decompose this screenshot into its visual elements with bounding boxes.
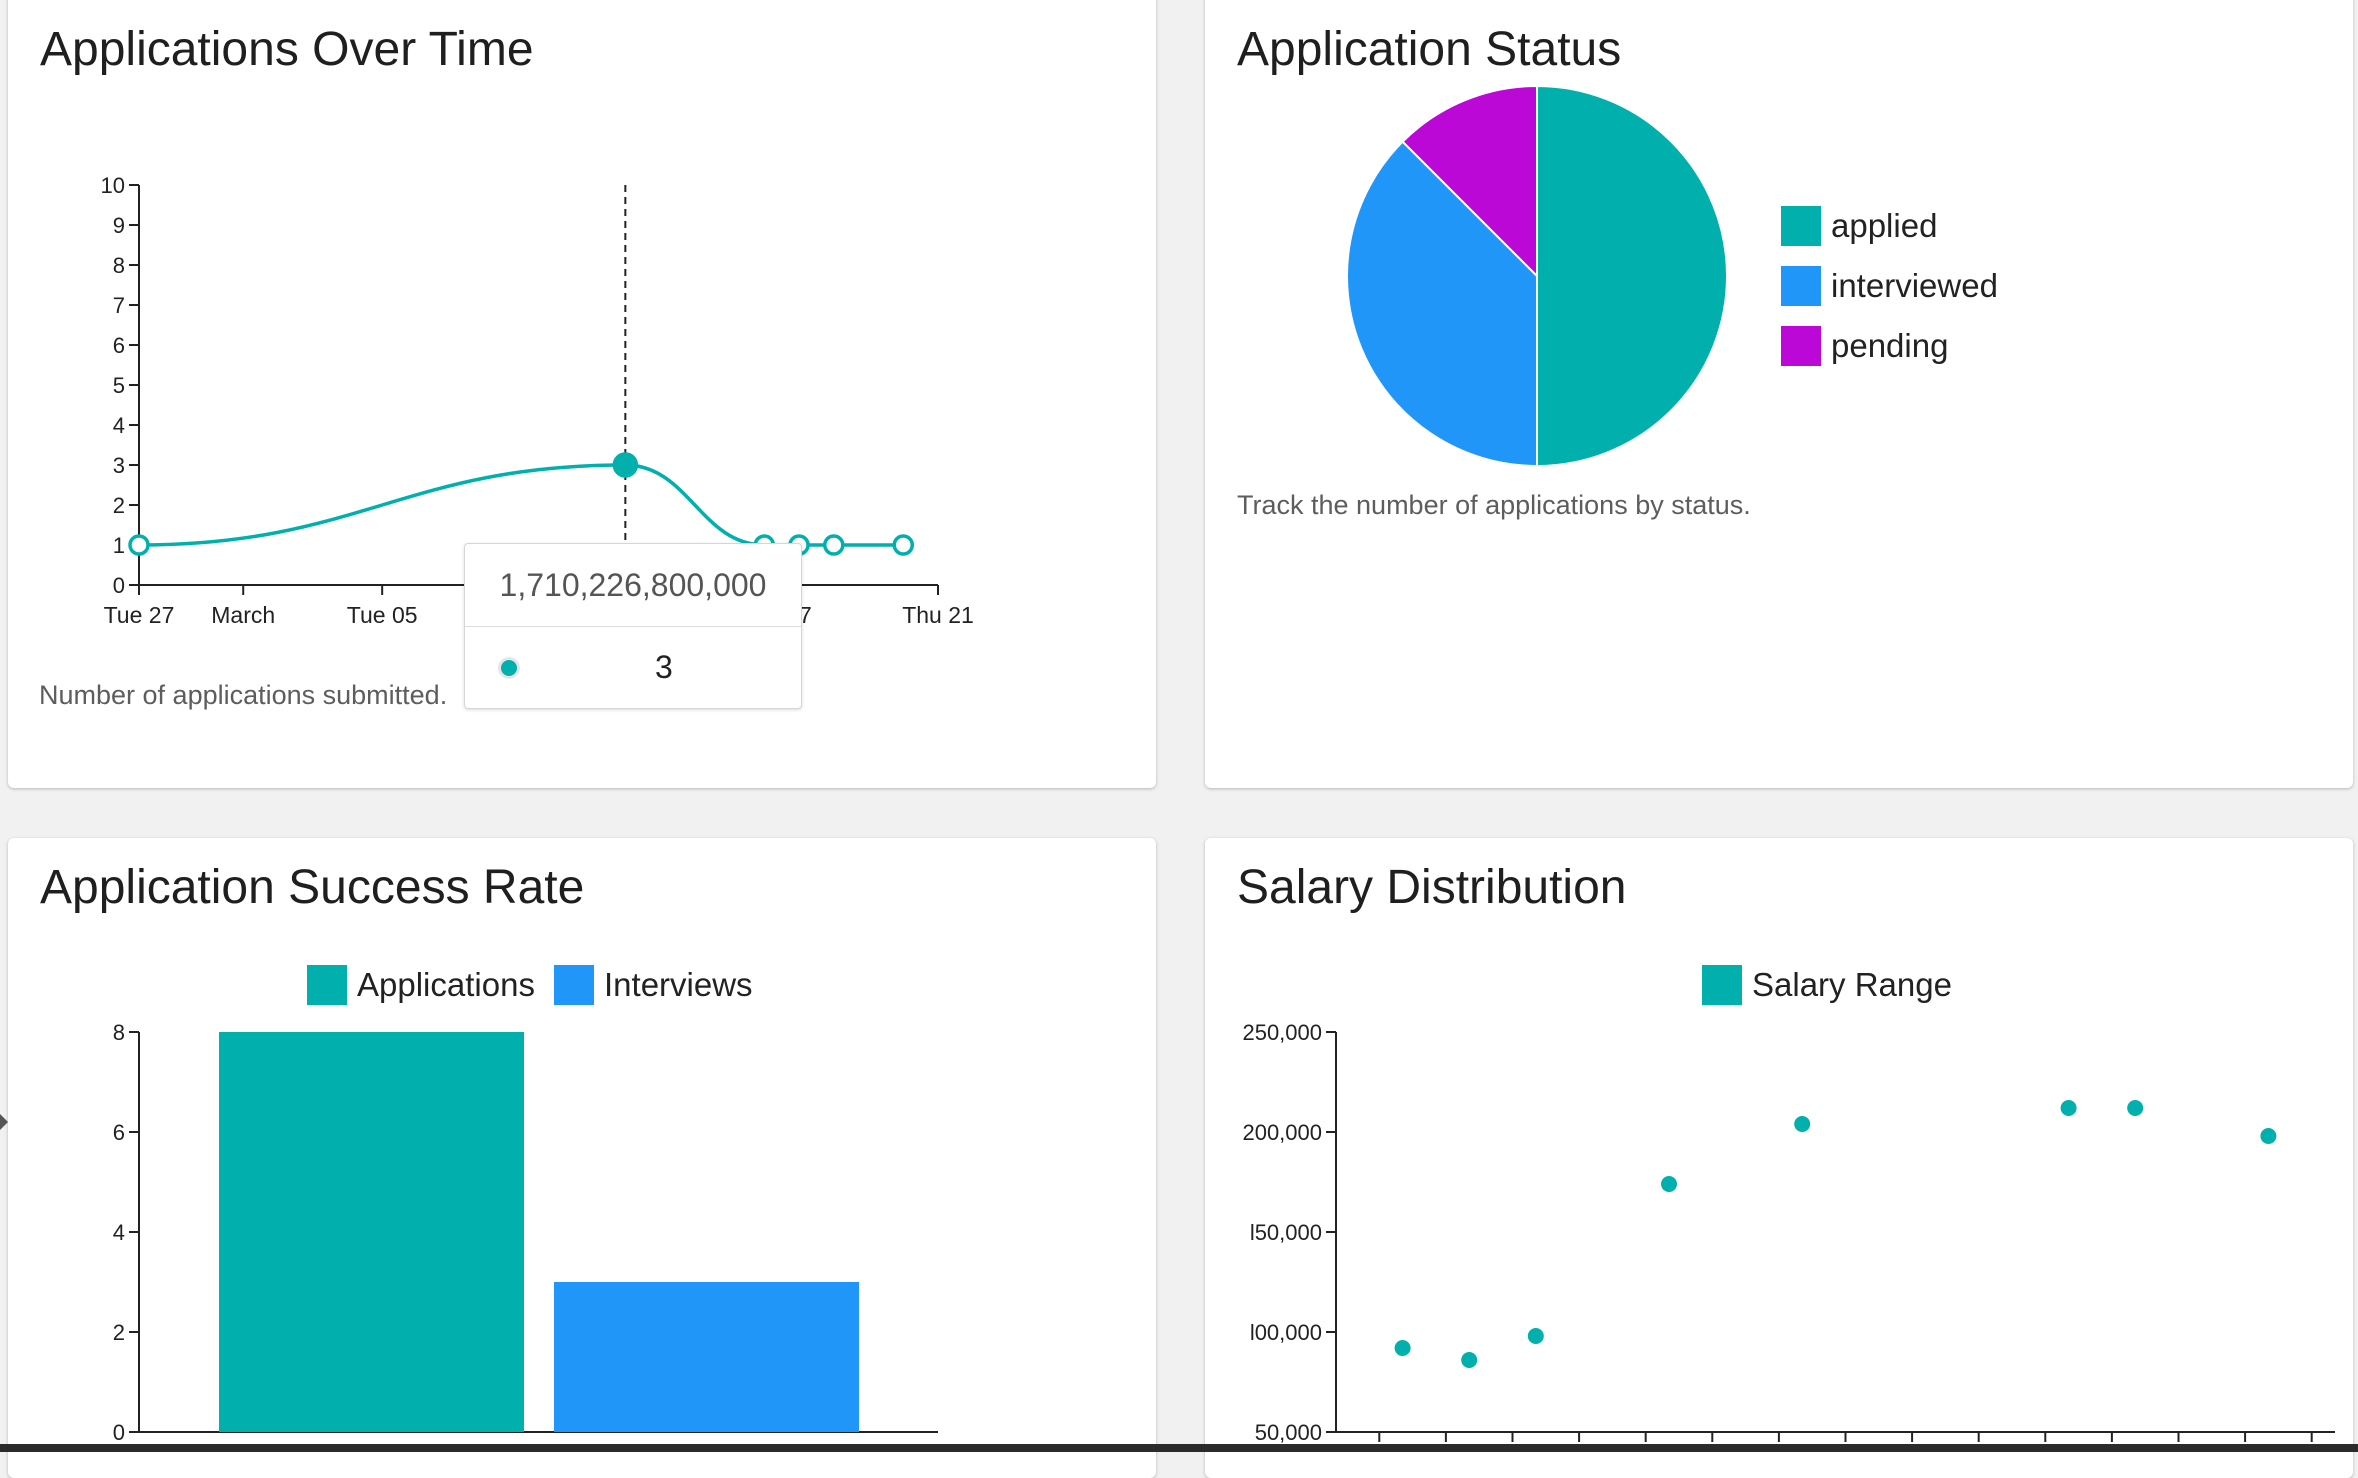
y-tick-label: 8 [113,253,125,278]
bar-interviews [554,1282,859,1432]
y-tick-label: l50,000 [1250,1220,1322,1245]
data-point [612,452,639,478]
x-tick-label: Tue 05 [347,602,418,628]
pie-slice-applied [1536,84,1728,468]
scatter-point [1661,1176,1677,1192]
scatter-point [1794,1116,1811,1132]
data-point [823,534,845,556]
y-tick-label: 200,000 [1242,1120,1322,1145]
scatter-chart: 50,000 l00,000 l50,000 200,000 250,000 [1242,1020,2335,1445]
pie-chart [1346,84,1728,468]
side-handle-icon[interactable] [0,1114,8,1130]
y-tick-label: 10 [101,173,125,198]
scatter-point [1461,1352,1478,1368]
y-tick-label: 4 [113,1220,125,1245]
legend-swatch [1781,326,1821,366]
legend-item-applied[interactable]: applied [1781,206,1937,246]
scatter-point [2127,1100,2144,1116]
tooltip-label: 1,710,226,800,000 [465,544,801,627]
legend-swatch [1781,266,1821,306]
y-tick-label: 5 [113,373,125,398]
y-tick-label: 250,000 [1242,1020,1322,1045]
card-applications-over-time: Applications Over Time 0 1 2 3 4 5 6 7 8 9 10 Tue 2… [8,0,1156,788]
x-tick-label: Tue 27 [104,602,175,628]
chart-tooltip: 1,710,226,800,000 3 [464,543,802,709]
y-tick-label: 50,000 [1255,1420,1322,1445]
y-tick-label: l00,000 [1250,1320,1322,1345]
scatter-point [2060,1100,2077,1116]
scatter-point [2260,1128,2277,1144]
chart-caption: Number of applications submitted. [39,680,448,710]
scatter-point [1394,1340,1411,1356]
y-tick-label: 3 [113,453,125,478]
bar-chart: 0 2 4 6 8 [113,1020,938,1445]
bar-applications [219,1032,524,1432]
legend-label: pending [1831,327,1949,364]
y-tick-label: 0 [113,1420,125,1445]
y-tick-label: 4 [113,413,125,438]
y-tick-label: 6 [113,1120,125,1145]
y-tick-label: 7 [113,293,125,318]
card-application-status: Application Status applied interviewed p… [1205,0,2353,788]
card-salary-distribution: Salary Distribution Salary Range 50,000 l… [1205,838,2353,1478]
y-tick-label: 9 [113,213,125,238]
x-tick-label: Thu 21 [902,602,974,628]
series-line [138,463,904,547]
legend-label: interviewed [1831,267,1998,304]
legend-item-pending[interactable]: pending [1781,326,1948,366]
x-tick-label: March [211,602,275,628]
card-application-success-rate: Application Success Rate Applications In… [8,838,1156,1478]
series-dot-icon [501,660,517,676]
legend-label: applied [1831,207,1938,244]
y-tick-label: 8 [113,1020,125,1045]
bottom-bar [0,1444,2358,1452]
y-tick-label: 1 [113,533,125,558]
legend-swatch [1781,206,1821,246]
scatter-point [1527,1328,1544,1344]
data-point [892,534,915,556]
y-tick-label: 2 [113,1320,125,1345]
y-tick-label: 0 [113,573,125,598]
y-tick-label: 6 [113,333,125,358]
data-point [128,534,150,556]
tooltip-value: 3 [655,649,673,685]
legend-item-interviewed[interactable]: interviewed [1781,266,1998,306]
tooltip-row: 3 [465,627,801,709]
chart-caption: Track the number of applications by stat… [1237,490,1751,520]
y-tick-label: 2 [113,493,125,518]
